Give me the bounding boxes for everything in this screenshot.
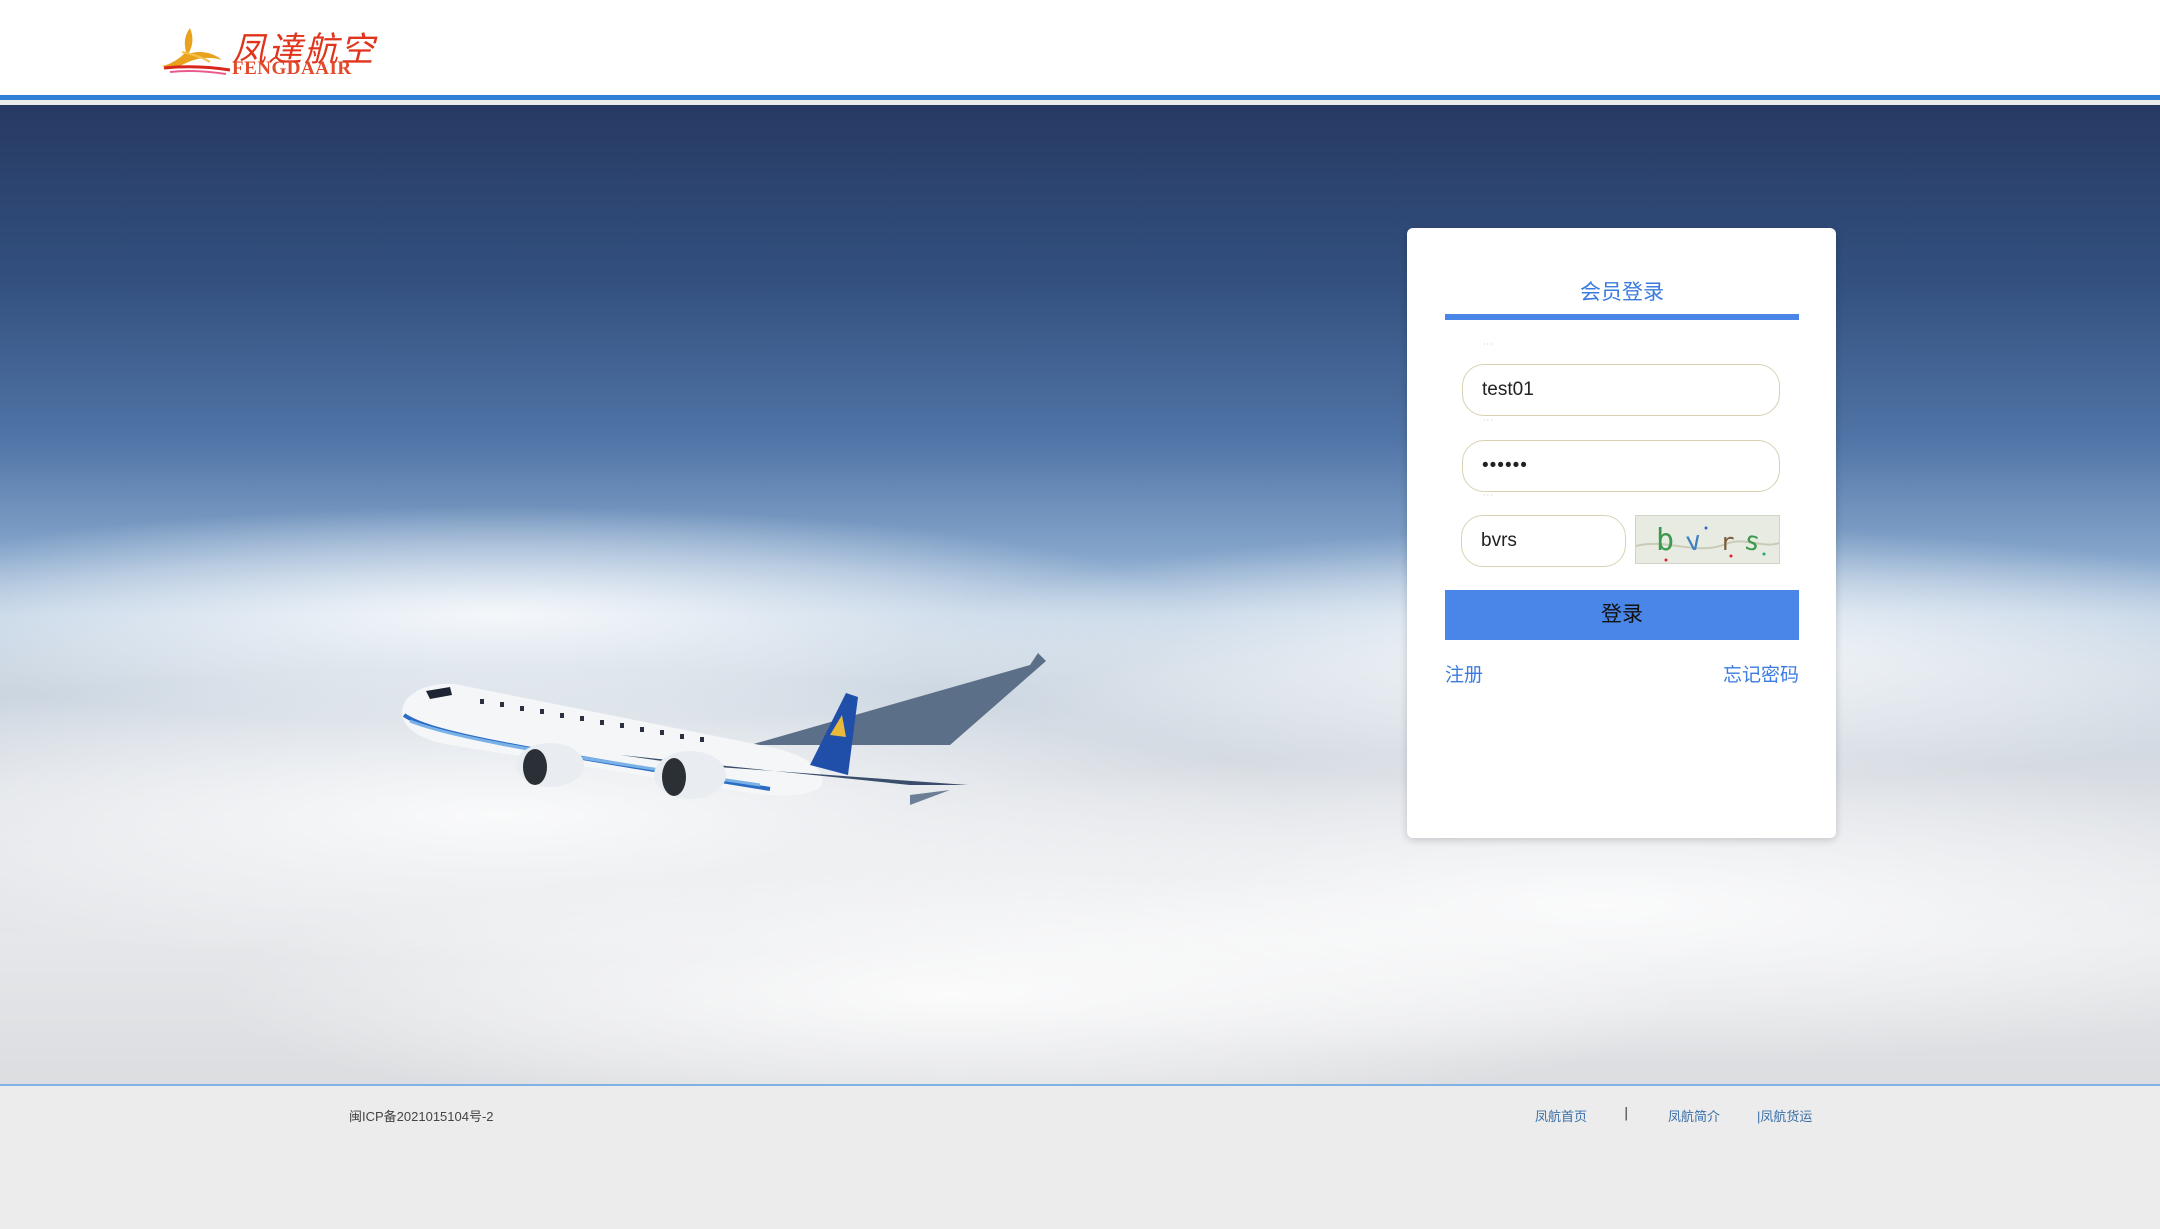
login-title: 会员登录 <box>1580 280 1664 304</box>
password-input[interactable]: •••••• <box>1462 440 1780 492</box>
svg-text:r: r <box>1720 528 1734 556</box>
footer-link-about[interactable]: 凤航简介 <box>1668 1106 1720 1125</box>
footer-link-home[interactable]: 凤航首页 <box>1535 1106 1587 1125</box>
captcha-graphic: b v r s <box>1636 523 1779 562</box>
svg-text:s: s <box>1742 526 1763 558</box>
site-header: 凤達航空 FENGDAAIR <box>0 0 2160 100</box>
svg-text:v: v <box>1684 526 1704 558</box>
register-link[interactable]: 注册 <box>1445 660 1483 687</box>
username-input[interactable]: test01 <box>1462 364 1780 416</box>
hero-background <box>0 105 2160 1085</box>
captcha-image[interactable]: b v r s <box>1635 515 1780 564</box>
field-hint: ··· <box>1483 416 1494 425</box>
captcha-input[interactable]: bvrs <box>1461 515 1626 567</box>
crane-logo-icon <box>162 28 231 75</box>
field-hint: ··· <box>1483 491 1494 500</box>
login-card: 会员登录 ··· test01 ··· •••••• ··· bvrs b v … <box>1407 228 1836 838</box>
field-hint: ··· <box>1483 340 1494 349</box>
title-underline <box>1445 314 1799 320</box>
airplane-image <box>401 653 1046 805</box>
site-footer: 闽ICP备2021015104号-2 凤航首页 | 凤航简介 |凤航货运 <box>0 1086 2160 1229</box>
forgot-password-link[interactable]: 忘记密码 <box>1723 660 1799 687</box>
svg-text:b: b <box>1656 523 1674 558</box>
footer-link-cargo[interactable]: |凤航货运 <box>1757 1106 1812 1125</box>
login-button[interactable]: 登录 <box>1445 590 1799 640</box>
icp-record: 闽ICP备2021015104号-2 <box>349 1109 494 1124</box>
footer-separator: | <box>1624 1106 1629 1121</box>
logo-english-text: FENGDAAIR <box>232 58 352 79</box>
fengdaair-logo[interactable]: 凤達航空 FENGDAAIR <box>160 20 374 80</box>
